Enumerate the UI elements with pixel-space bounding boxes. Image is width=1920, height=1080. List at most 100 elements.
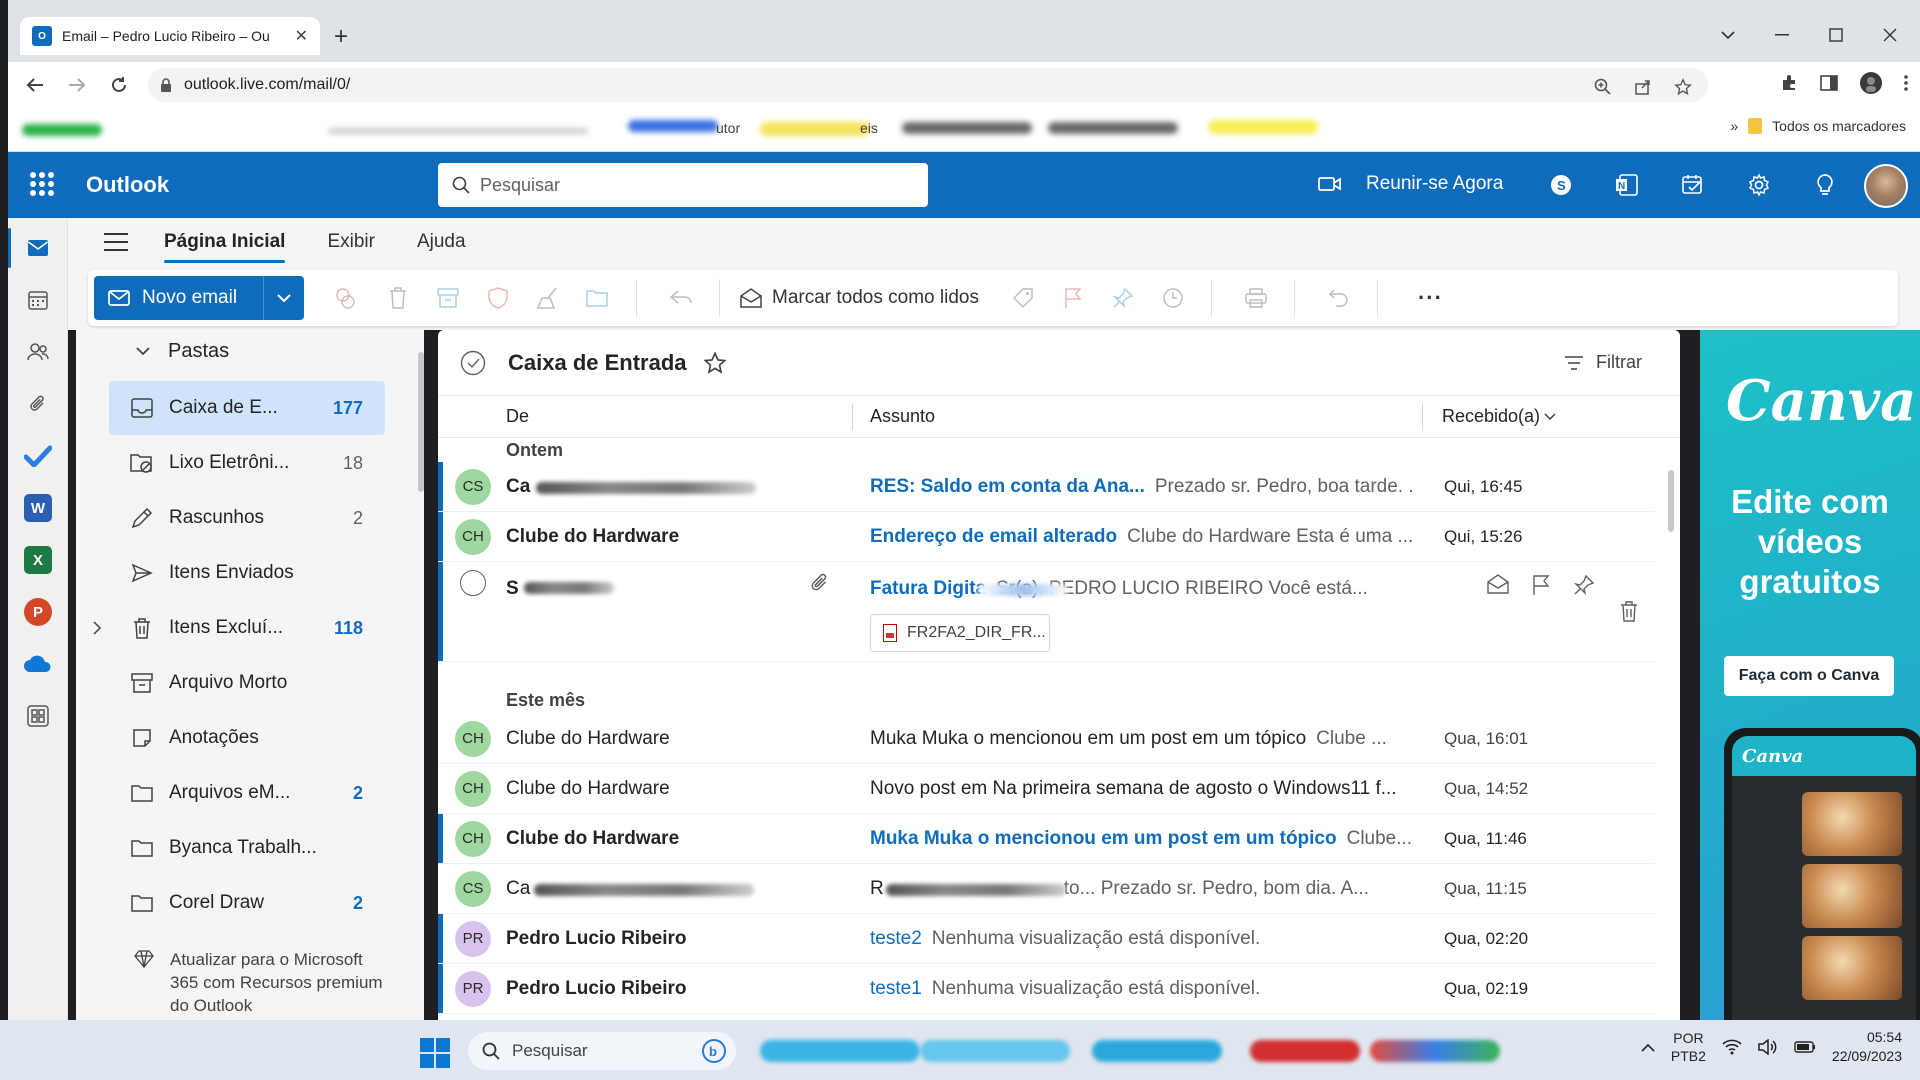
redacted-bookmark[interactable] — [1048, 122, 1178, 134]
word-icon[interactable]: W — [8, 483, 68, 533]
folder-corel[interactable]: Corel Draw 2 — [109, 876, 385, 930]
folder-byanca[interactable]: Byanca Trabalh... — [109, 821, 385, 875]
delete-icon[interactable] — [1619, 600, 1639, 622]
redacted-bookmark[interactable] — [628, 120, 718, 132]
todo-check-icon[interactable] — [8, 431, 68, 481]
maximize-button[interactable] — [1814, 18, 1858, 52]
powerpoint-icon[interactable]: P — [8, 587, 68, 637]
windows-start-icon[interactable] — [420, 1038, 450, 1068]
taskbar-app[interactable] — [1092, 1040, 1222, 1062]
settings-gear-icon[interactable] — [1744, 170, 1774, 200]
snooze-clock-icon[interactable] — [1151, 278, 1195, 318]
side-panel-icon[interactable] — [1820, 74, 1838, 92]
my-day-icon[interactable] — [1678, 170, 1708, 200]
share-icon[interactable] — [1632, 76, 1654, 98]
taskbar-app[interactable] — [1370, 1040, 1500, 1062]
message-row[interactable]: S Fatura Digita Sr(a). PEDRO LUCIO RIBEIR… — [438, 562, 1655, 662]
upgrade-premium-link[interactable]: Atualizar para o Microsoft 365 com Recur… — [134, 948, 394, 1017]
browser-menu-icon[interactable] — [1904, 74, 1908, 92]
tab-search-icon[interactable] — [1706, 18, 1750, 52]
message-row[interactable]: PR Pedro Lucio Ribeiro teste1 Nenhuma vis… — [438, 964, 1655, 1014]
column-received[interactable]: Recebido(a) — [1442, 406, 1556, 427]
tab-home[interactable]: Página Inicial — [164, 221, 286, 263]
folder-arquivos[interactable]: Arquivos eM... 2 — [109, 766, 385, 820]
volume-icon[interactable] — [1758, 1039, 1778, 1055]
extensions-icon[interactable] — [1780, 74, 1798, 92]
message-row[interactable]: CH Clube do Hardware Novo post em Na pri… — [438, 764, 1655, 814]
redacted-bookmark[interactable] — [760, 122, 870, 136]
mark-all-read-button[interactable]: Marcar todos como lidos — [740, 287, 979, 309]
new-mail-button[interactable]: Novo email — [94, 276, 304, 320]
filter-button[interactable]: Filtrar — [1564, 352, 1642, 373]
tag-icon[interactable] — [1001, 278, 1045, 318]
print-icon[interactable] — [1234, 278, 1278, 318]
bookmark-label[interactable]: eis — [860, 120, 878, 136]
forward-arrow-icon[interactable] — [64, 72, 90, 98]
zoom-icon[interactable] — [1592, 76, 1614, 98]
column-divider[interactable] — [852, 404, 853, 430]
attachment-chip[interactable]: FR2FA2_DIR_FR... — [870, 614, 1050, 652]
bookmark-label[interactable]: utor — [716, 120, 740, 136]
excel-icon[interactable]: X — [8, 535, 68, 585]
message-list-scrollbar[interactable] — [1668, 470, 1674, 532]
folder-deleted[interactable]: Itens Excluí... 118 — [93, 601, 385, 655]
select-all-checkbox[interactable] — [460, 350, 486, 376]
mark-read-icon[interactable] — [1487, 574, 1509, 596]
group-header-yesterday[interactable]: Ontem — [506, 440, 563, 461]
message-row[interactable]: PR Pedro Lucio Ribeiro teste2 Nenhuma vis… — [438, 914, 1655, 964]
mail-icon[interactable] — [8, 223, 68, 273]
lock-icon[interactable] — [160, 77, 172, 93]
taskbar-search[interactable]: Pesquisar b — [468, 1032, 736, 1070]
reply-icon[interactable] — [659, 278, 703, 318]
skype-icon[interactable]: S — [1546, 170, 1576, 200]
folder-sent[interactable]: Itens Enviados — [109, 546, 385, 600]
select-checkbox[interactable] — [460, 570, 486, 596]
advertisement[interactable]: Canva Edite com vídeos gratuitos Faça co… — [1700, 330, 1920, 1020]
redacted-bookmark[interactable] — [22, 124, 102, 136]
undo-icon[interactable] — [1317, 278, 1361, 318]
input-language[interactable]: POR PTB2 — [1671, 1029, 1706, 1065]
profile-avatar[interactable] — [1860, 72, 1882, 94]
attachment-icon[interactable] — [8, 379, 68, 429]
pin-icon[interactable] — [1573, 574, 1595, 596]
tab-help[interactable]: Ajuda — [417, 221, 466, 263]
redacted-bookmark[interactable] — [328, 128, 588, 134]
taskbar-app[interactable] — [760, 1040, 920, 1062]
sweep-broom-icon[interactable] — [526, 278, 570, 318]
folder-junk[interactable]: Lixo Eletrôni... 18 — [109, 436, 385, 490]
group-header-this-month[interactable]: Este mês — [506, 690, 585, 711]
taskbar-app[interactable] — [1250, 1040, 1360, 1062]
bing-icon[interactable]: b — [702, 1039, 726, 1063]
account-avatar[interactable] — [1864, 164, 1908, 208]
onedrive-icon[interactable] — [8, 639, 68, 689]
onenote-feed-icon[interactable]: N — [1612, 170, 1642, 200]
folder-scrollbar[interactable] — [418, 352, 424, 492]
new-mail-main[interactable]: Novo email — [94, 276, 264, 320]
app-name[interactable]: Outlook — [86, 172, 169, 198]
hamburger-menu-icon[interactable] — [104, 233, 128, 251]
browser-tab[interactable]: O Email – Pedro Lucio Ribeiro – Ou ✕ — [20, 17, 320, 55]
folders-header[interactable]: Pastas — [136, 340, 229, 363]
more-options-button[interactable]: ··· — [1418, 285, 1443, 311]
clock[interactable]: 05:54 22/09/2023 — [1832, 1028, 1902, 1066]
reload-icon[interactable] — [106, 72, 132, 98]
message-row[interactable]: CH Clube do Hardware Muka Muka o mencion… — [438, 714, 1655, 764]
tab-close-icon[interactable]: ✕ — [295, 26, 308, 46]
meet-now-button[interactable]: Reunir-se Agora — [1318, 173, 1503, 195]
message-row[interactable]: CH Clube do Hardware Muka Muka o mencion… — [438, 814, 1655, 864]
report-shield-icon[interactable] — [476, 278, 520, 318]
folder-archive[interactable]: Arquivo Morto — [109, 656, 385, 710]
more-bookmarks-icon[interactable]: » — [1730, 118, 1738, 134]
new-mail-dropdown[interactable] — [264, 276, 304, 320]
sweep-icon[interactable] — [326, 278, 370, 318]
pin-icon[interactable] — [1101, 278, 1145, 318]
message-row[interactable]: CS Ca RES: Saldo em conta da Ana... Preza… — [438, 462, 1655, 512]
people-icon[interactable] — [8, 327, 68, 377]
wifi-icon[interactable] — [1722, 1039, 1742, 1055]
redacted-bookmark[interactable] — [902, 122, 1032, 134]
delete-icon[interactable] — [376, 278, 420, 318]
flag-icon[interactable] — [1051, 278, 1095, 318]
bookmark-star-icon[interactable] — [1672, 76, 1694, 98]
tab-view[interactable]: Exibir — [327, 221, 375, 263]
search-input[interactable]: Pesquisar — [438, 163, 928, 207]
